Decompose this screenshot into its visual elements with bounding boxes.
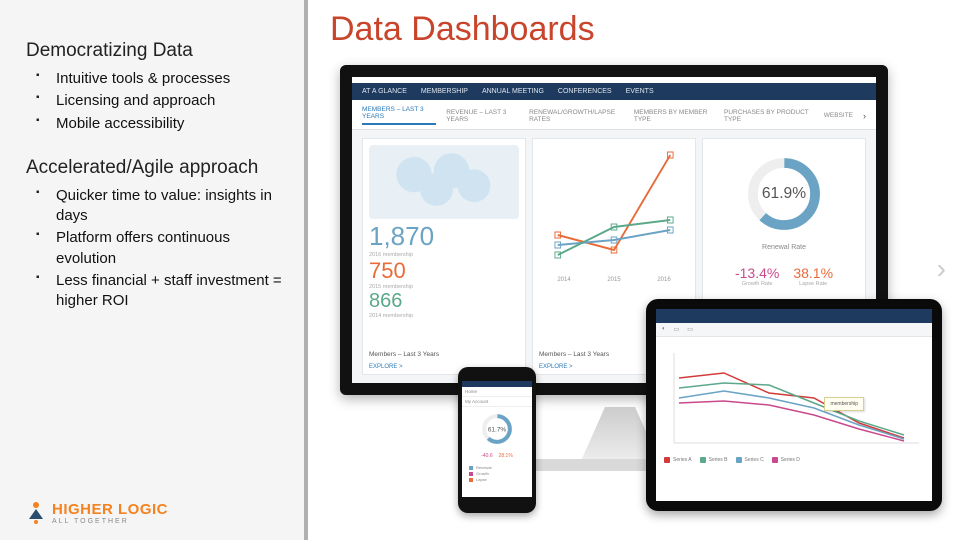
tablet-screen: ◐▭▭ membership (656, 309, 932, 501)
logo-text: HIGHER LOGIC ALL TOGETHER (52, 501, 168, 525)
phone-donut-chart: 61.7% (480, 412, 514, 446)
tablet-line-chart: membership (664, 343, 924, 453)
tablet-legend: Series A Series B Series C Series D (664, 457, 924, 463)
legend-label: Series D (781, 457, 800, 463)
tab[interactable]: WEBSITE (824, 112, 853, 119)
phone-subtitle: My Account (462, 397, 532, 407)
chart-tooltip: membership (824, 397, 864, 411)
line-chart (539, 145, 689, 275)
tab[interactable]: PURCHASES BY PRODUCT TYPE (724, 109, 814, 123)
nav-item[interactable]: AT A GLANCE (362, 88, 407, 95)
explore-link[interactable]: EXPLORE > (539, 364, 573, 370)
tab[interactable]: REVENUE – LAST 3 YEARS (446, 109, 519, 123)
stat-value: 750 (369, 258, 519, 284)
bullet-list-1: Intuitive tools & processes Licensing an… (30, 68, 290, 135)
breadcrumb-text: Home (465, 389, 477, 394)
main: Data Dashboards › AT A GLANCE MEMBERSHIP… (308, 0, 960, 540)
axis-label: 2015 (607, 277, 620, 283)
logo-tagline: ALL TOGETHER (52, 518, 168, 525)
tabs-scroll-right-icon[interactable]: › (863, 111, 866, 121)
stat-label: 2014 membership (369, 313, 519, 319)
logo-name: HIGHER LOGIC (52, 501, 168, 518)
legend-label: Renewal (476, 465, 492, 470)
legend-label: Series B (709, 457, 728, 463)
bullet-item: Platform offers continuous evolution (52, 227, 290, 270)
bullet-list-2: Quicker time to value: insights in days … (30, 185, 290, 313)
axis-label: 2014 (557, 277, 570, 283)
brand-logo: HIGHER LOGIC ALL TOGETHER (26, 500, 168, 526)
donut-chart: 61.9% (743, 153, 825, 235)
tab-active[interactable]: MEMBERS – LAST 3 YEARS (362, 106, 436, 125)
dashboard-card-members: 1,870 2016 membership 750 2015 membershi… (362, 138, 526, 375)
carousel-next-icon[interactable]: › (937, 253, 946, 285)
rate-label: Lapse Rate (793, 281, 833, 287)
chart-axis-labels: 2014 2015 2016 (539, 277, 689, 283)
stat-value: 866 (369, 290, 519, 313)
bullet-item: Intuitive tools & processes (52, 68, 290, 90)
svg-text:61.7%: 61.7% (488, 426, 507, 433)
bullet-item: Licensing and approach (52, 90, 290, 112)
rate-growth: -13.4% Growth Rate (735, 265, 779, 287)
tablet-device: ◐▭▭ membership (646, 299, 942, 511)
tab[interactable]: RENEWAL/GROWTH/LAPSE RATES (529, 109, 624, 123)
legend-label: Growth (476, 471, 489, 476)
rate-value: 38.1% (793, 265, 833, 281)
us-map-graphic (369, 145, 519, 219)
stat-value: 1,870 (369, 221, 519, 252)
rate-value: -13.4% (735, 265, 779, 281)
card-title: Members – Last 3 Years (369, 351, 439, 358)
donut-label: Renewal Rate (709, 244, 859, 251)
slide: Democratizing Data Intuitive tools & pro… (0, 0, 960, 540)
bullet-item: Mobile accessibility (52, 113, 290, 135)
nav-item[interactable]: EVENTS (626, 88, 654, 95)
bullet-item: Less financial + staff investment = high… (52, 270, 290, 313)
axis-label: 2016 (657, 277, 670, 283)
section-heading-1: Democratizing Data (26, 40, 290, 62)
legend-label: Lapse (476, 477, 487, 482)
phone-legend: Renewal Growth Lapse (465, 465, 529, 482)
nav-item[interactable]: CONFERENCES (558, 88, 612, 95)
phone-stat: -40.6 (481, 453, 492, 459)
page-title: Data Dashboards (330, 10, 940, 49)
monitor-nav: AT A GLANCE MEMBERSHIP ANNUAL MEETING CO… (352, 83, 876, 100)
device-mockups: › AT A GLANCE MEMBERSHIP ANNUAL MEETING … (330, 59, 940, 499)
legend-label: Series A (673, 457, 692, 463)
sidebar-content: Democratizing Data Intuitive tools & pro… (0, 0, 308, 312)
bullet-item: Quicker time to value: insights in days (52, 185, 290, 228)
tablet-toolbar: ◐▭▭ (656, 323, 932, 337)
tab[interactable]: MEMBERS BY MEMBER TYPE (634, 109, 714, 123)
monitor-tabs: MEMBERS – LAST 3 YEARS REVENUE – LAST 3 … (352, 100, 876, 130)
section-heading-2: Accelerated/Agile approach (26, 157, 290, 179)
phone-screen: Home My Account 61.7% -40.6 28.1% (462, 381, 532, 497)
phone-device: Home My Account 61.7% -40.6 28.1% (458, 367, 536, 513)
sidebar: Democratizing Data Intuitive tools & pro… (0, 0, 308, 540)
phone-breadcrumb: Home (462, 387, 532, 397)
card-title: Members – Last 3 Years (539, 351, 609, 358)
rate-lapse: 38.1% Lapse Rate (793, 265, 833, 287)
explore-link[interactable]: EXPLORE > (369, 364, 403, 370)
logo-icon (26, 500, 46, 526)
rate-label: Growth Rate (735, 281, 779, 287)
phone-stat: 28.1% (499, 453, 513, 459)
nav-item[interactable]: ANNUAL MEETING (482, 88, 544, 95)
nav-item[interactable]: MEMBERSHIP (421, 88, 468, 95)
donut-value: 61.9% (762, 185, 806, 202)
legend-label: Series C (745, 457, 764, 463)
